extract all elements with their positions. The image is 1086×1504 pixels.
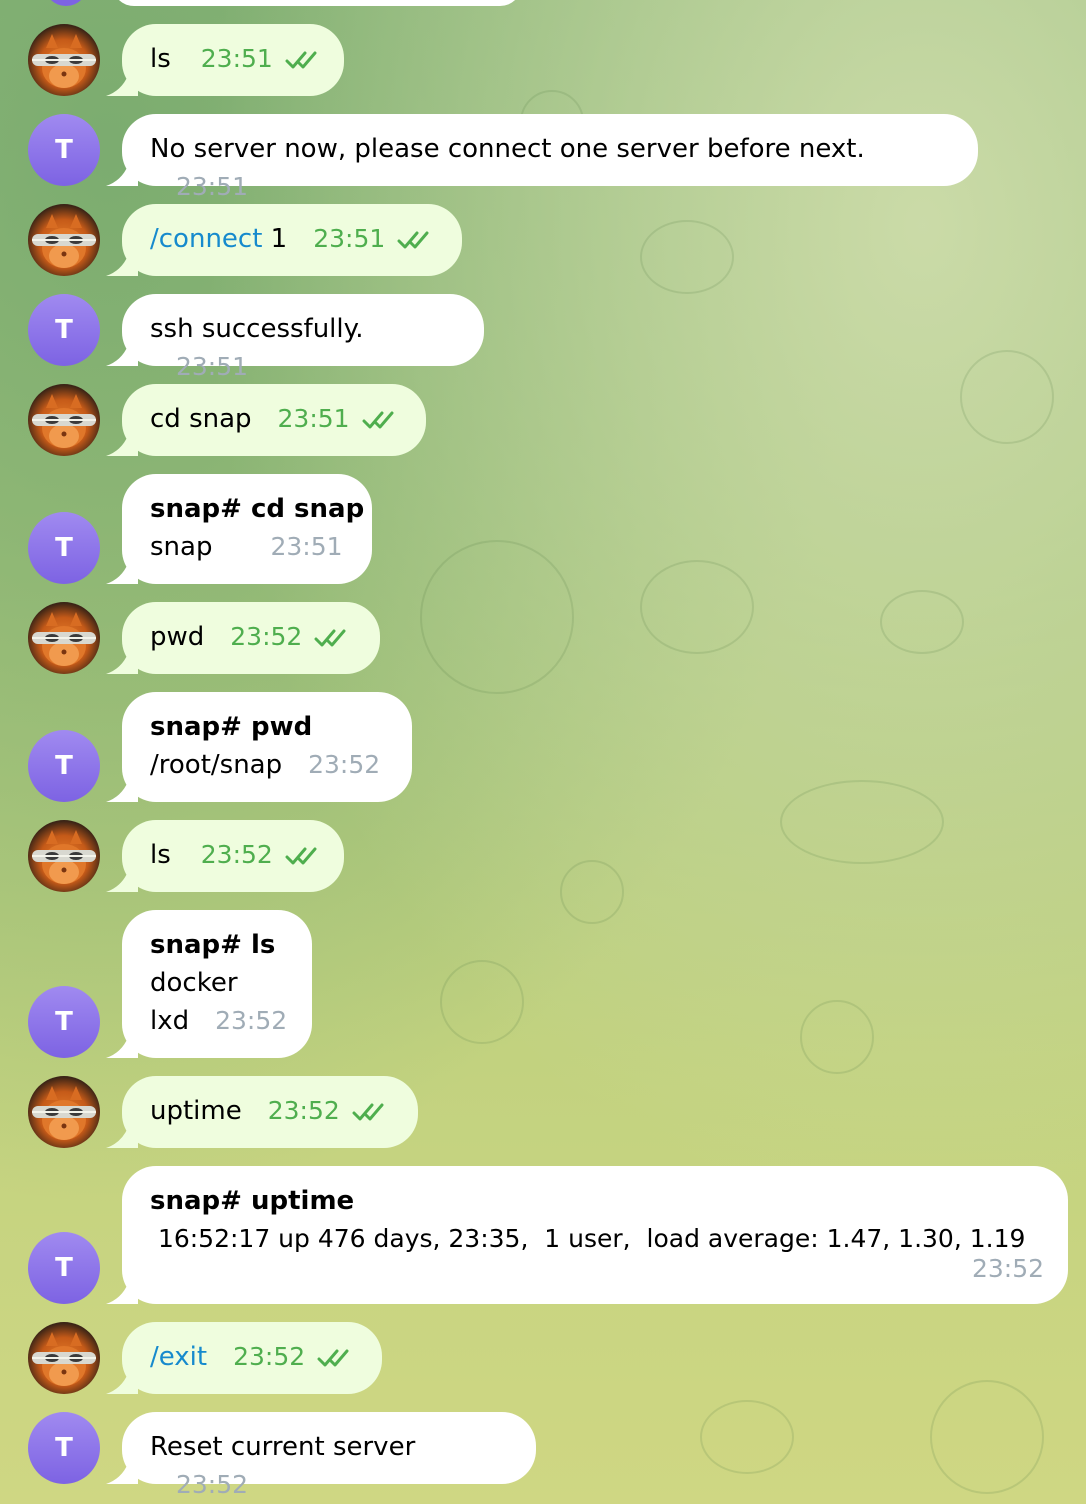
user-avatar[interactable] <box>28 820 100 892</box>
doodle-circle <box>930 1380 1044 1494</box>
doodle-circle <box>780 780 944 864</box>
bot-avatar[interactable]: T <box>28 730 100 802</box>
output-line: snap <box>150 532 213 562</box>
double-check-icon <box>317 1349 349 1366</box>
user-avatar[interactable] <box>28 602 100 674</box>
message-text: pwd <box>150 622 205 652</box>
message-bubble[interactable]: snap# uptime 16:52:17 up 476 days, 23:35… <box>122 1166 1068 1304</box>
command-echo: snap# ls <box>150 930 276 960</box>
doodle-circle <box>560 860 624 924</box>
message-bubble[interactable]: ls 23:52 <box>122 820 344 892</box>
message-bubble[interactable]: uptime 23:52 <box>122 1076 418 1148</box>
user-avatar[interactable] <box>28 1076 100 1148</box>
message-bubble[interactable]: /exit 23:52 <box>122 1322 382 1394</box>
output-line: 16:52:17 up 476 days, 23:35, 1 user, loa… <box>150 1224 1026 1253</box>
avatar-partial <box>44 0 88 6</box>
message-time: 23:52 <box>233 1342 306 1371</box>
message-text: ls <box>150 840 171 870</box>
message-time: 23:52 <box>267 1096 340 1125</box>
doodle-circle <box>640 220 734 294</box>
bot-avatar[interactable]: T <box>28 512 100 584</box>
bot-avatar[interactable]: T <box>28 294 100 366</box>
doodle-circle <box>640 560 754 654</box>
message-time: 23:52 <box>215 1006 288 1035</box>
command-argument: 1 <box>262 224 288 254</box>
message-bubble[interactable]: ssh successfully. 23:51 <box>122 294 484 381</box>
message-bubble[interactable]: snap# ls docker lxd 23:52 <box>122 910 312 1058</box>
message-time: 23:52 <box>308 750 381 779</box>
user-avatar[interactable] <box>28 24 100 96</box>
command-echo: snap# uptime <box>150 1186 355 1216</box>
bot-avatar[interactable]: T <box>28 114 100 186</box>
command-echo: snap# pwd <box>150 712 313 742</box>
user-avatar[interactable] <box>28 204 100 276</box>
message-text: uptime <box>150 1096 242 1126</box>
cat-avatar-icon <box>31 611 97 667</box>
message-bubble[interactable]: pwd 23:52 <box>122 602 380 674</box>
user-avatar[interactable] <box>28 384 100 456</box>
doodle-circle <box>880 590 964 654</box>
double-check-icon <box>285 51 317 68</box>
output-line: /root/snap <box>150 750 283 780</box>
doodle-circle <box>800 1000 874 1074</box>
bubble-partial <box>112 0 522 6</box>
doodle-circle <box>440 960 524 1044</box>
bot-avatar[interactable]: T <box>28 1232 100 1304</box>
double-check-icon <box>362 411 394 428</box>
message-bubble[interactable]: No server now, please connect one server… <box>122 114 978 201</box>
cat-avatar-icon <box>31 33 97 89</box>
message-time: 23:51 <box>176 352 249 381</box>
command-echo: snap# cd snap <box>150 494 365 524</box>
message-time: 23:52 <box>230 622 303 651</box>
command-link[interactable]: /connect <box>150 224 262 254</box>
double-check-icon <box>285 847 317 864</box>
message-bubble[interactable]: cd snap 23:51 <box>122 384 426 456</box>
message-bubble[interactable]: /connect 1 23:51 <box>122 204 462 276</box>
message-bubble[interactable]: snap# cd snap snap 23:51 <box>122 474 372 584</box>
message-text: ls <box>150 44 171 74</box>
user-avatar[interactable] <box>28 1322 100 1394</box>
cat-avatar-icon <box>31 393 97 449</box>
double-check-icon <box>352 1103 384 1120</box>
message-time: 23:51 <box>313 224 386 253</box>
cat-avatar-icon <box>31 829 97 885</box>
doodle-circle <box>700 1400 794 1474</box>
message-text: No server now, please connect one server… <box>150 134 865 164</box>
message-time: 23:51 <box>200 44 273 73</box>
message-time: 23:52 <box>200 840 273 869</box>
message-time: 23:51 <box>176 172 249 201</box>
command-link[interactable]: /exit <box>150 1342 207 1372</box>
cat-avatar-icon <box>31 1331 97 1387</box>
bot-avatar[interactable]: T <box>28 1412 100 1484</box>
message-text: Reset current server <box>150 1432 416 1462</box>
message-time: 23:51 <box>277 404 350 433</box>
message-text: cd snap <box>150 404 252 434</box>
message-bubble[interactable]: ls 23:51 <box>122 24 344 96</box>
message-time: 23:52 <box>176 1470 249 1499</box>
output-line: docker <box>150 968 238 998</box>
message-bubble[interactable]: snap# pwd /root/snap 23:52 <box>122 692 412 802</box>
cat-avatar-icon <box>31 1085 97 1141</box>
bot-avatar[interactable]: T <box>28 986 100 1058</box>
doodle-circle <box>960 350 1054 444</box>
message-bubble[interactable]: Reset current server 23:52 <box>122 1412 536 1499</box>
message-text: ssh successfully. <box>150 314 364 344</box>
message-time: 23:51 <box>270 532 343 561</box>
double-check-icon <box>397 231 429 248</box>
doodle-circle <box>420 540 574 694</box>
output-line: lxd <box>150 1006 190 1036</box>
double-check-icon <box>314 629 346 646</box>
message-time: 23:52 <box>971 1254 1044 1283</box>
cat-avatar-icon <box>31 213 97 269</box>
